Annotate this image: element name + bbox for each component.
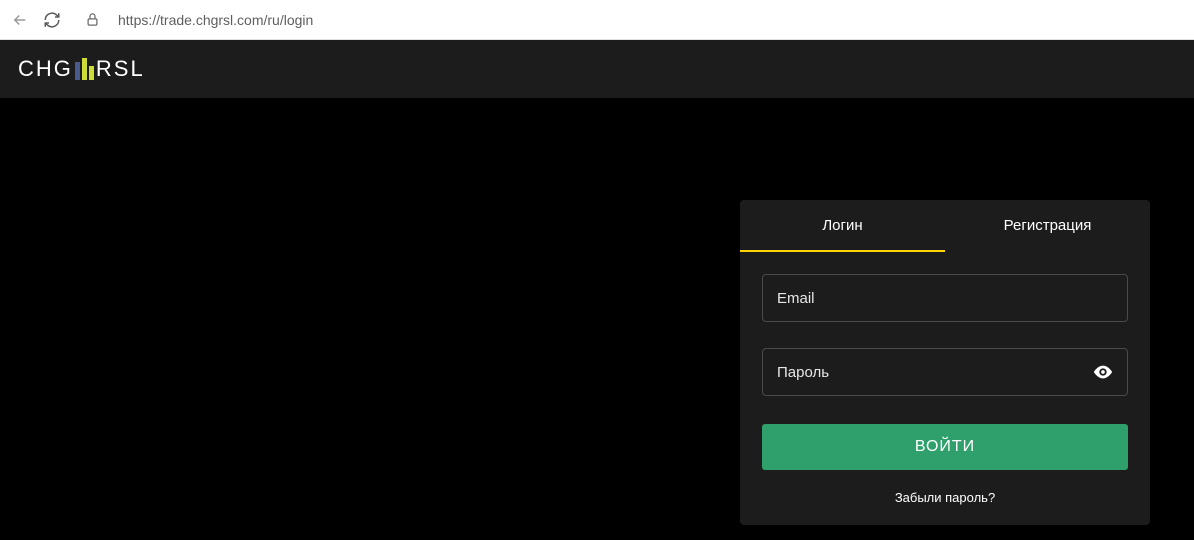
password-wrap — [762, 348, 1128, 422]
forgot-password-link[interactable]: Забыли пароль? — [762, 490, 1128, 505]
logo-text-right: RSL — [96, 56, 145, 82]
auth-tabs: Логин Регистрация — [740, 200, 1150, 252]
tab-login[interactable]: Логин — [740, 200, 945, 252]
reload-icon[interactable] — [42, 10, 62, 30]
email-field[interactable] — [762, 274, 1128, 322]
logo-bars-icon — [75, 58, 94, 80]
eye-icon[interactable] — [1092, 361, 1114, 388]
back-icon[interactable] — [10, 10, 30, 30]
logo-text-left: CHG — [18, 56, 73, 82]
lock-icon[interactable] — [82, 10, 102, 30]
password-field[interactable] — [762, 348, 1128, 396]
login-card: Логин Регистрация ВОЙТИ Забыли пароль? — [740, 200, 1150, 525]
site-header: CHG RSL — [0, 40, 1194, 98]
login-button[interactable]: ВОЙТИ — [762, 424, 1128, 470]
logo[interactable]: CHG RSL — [18, 56, 145, 82]
login-form: ВОЙТИ Забыли пароль? — [740, 252, 1150, 525]
tab-register[interactable]: Регистрация — [945, 200, 1150, 252]
browser-toolbar: https://trade.chgrsl.com/ru/login — [0, 0, 1194, 40]
page-body: Логин Регистрация ВОЙТИ Забыли пароль? — [0, 98, 1194, 540]
address-bar-url[interactable]: https://trade.chgrsl.com/ru/login — [118, 12, 313, 28]
